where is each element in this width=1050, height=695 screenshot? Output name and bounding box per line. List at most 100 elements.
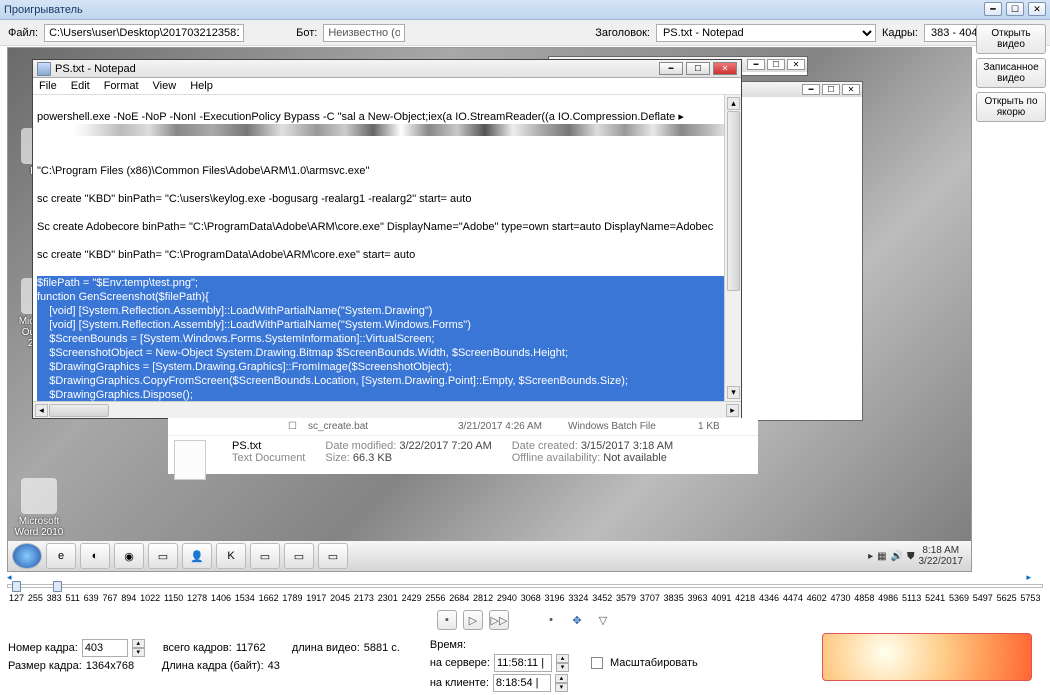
frame-no-label: Номер кадра: bbox=[8, 642, 78, 654]
tick: 4986 bbox=[878, 593, 898, 603]
play-button[interactable]: ▷ bbox=[463, 610, 483, 630]
timeline-marker-current[interactable] bbox=[53, 581, 62, 592]
header-select[interactable]: PS.txt - Notepad bbox=[656, 24, 876, 42]
frame-size-value: 1364x768 bbox=[86, 660, 144, 672]
timeline-track[interactable] bbox=[7, 584, 1043, 588]
tick: 2812 bbox=[473, 593, 493, 603]
dot-icon[interactable]: • bbox=[541, 610, 561, 630]
minimize-button[interactable]: ━ bbox=[984, 2, 1002, 16]
frames-label: Кадры: bbox=[882, 27, 918, 39]
scale-label: Масштабировать bbox=[610, 657, 698, 669]
tick: 5497 bbox=[973, 593, 993, 603]
file-input[interactable] bbox=[44, 24, 244, 42]
start-button-icon bbox=[12, 543, 42, 569]
notepad-window: PS.txt - Notepad ━ ☐ ✕ File Edit Format … bbox=[32, 59, 742, 419]
notepad-tb-icon: ▭ bbox=[250, 543, 280, 569]
firefox-icon: ◐ bbox=[80, 543, 110, 569]
tick: 127 bbox=[9, 593, 24, 603]
app2-icon: ▭ bbox=[318, 543, 348, 569]
tick: 5625 bbox=[997, 593, 1017, 603]
app-icon: ▭ bbox=[284, 543, 314, 569]
scale-checkbox[interactable] bbox=[591, 657, 603, 669]
file-thumbnail-icon bbox=[174, 440, 206, 480]
notepad-menubar: File Edit Format View Help bbox=[33, 78, 741, 95]
tick: 4602 bbox=[807, 593, 827, 603]
move-icon[interactable]: ✥ bbox=[567, 610, 587, 630]
chrome-icon: ◉ bbox=[114, 543, 144, 569]
timeline[interactable]: ◂▸ 1272553835116397678941022115012781406… bbox=[7, 572, 1043, 594]
menu-file[interactable]: File bbox=[39, 80, 57, 92]
client-time-input[interactable] bbox=[493, 674, 551, 692]
notepad-text-area[interactable]: powershell.exe -NoE -NoP -NonI -Executio… bbox=[33, 95, 741, 401]
tick: 2556 bbox=[425, 593, 445, 603]
file-label: Файл: bbox=[8, 27, 38, 39]
total-frames-value: 11762 bbox=[236, 642, 270, 654]
filter-icon[interactable]: ▽ bbox=[593, 610, 613, 630]
bg1-min-icon: ━ bbox=[747, 59, 765, 70]
file-type: Text Document bbox=[232, 452, 305, 464]
tick: 3452 bbox=[592, 593, 612, 603]
tick: 1150 bbox=[164, 593, 183, 603]
explorer-icon: ▭ bbox=[148, 543, 178, 569]
header-label: Заголовок: bbox=[595, 27, 650, 39]
brand-logo bbox=[822, 633, 1032, 681]
menu-view[interactable]: View bbox=[153, 80, 177, 92]
tick: 4730 bbox=[830, 593, 850, 603]
timeline-ticks: 1272553835116397678941022115012781406153… bbox=[7, 593, 1043, 603]
notepad-vscrollbar[interactable]: ▴▾ bbox=[724, 95, 741, 401]
frame-no-input[interactable] bbox=[82, 639, 128, 657]
client-time-label: на клиенте: bbox=[430, 677, 489, 689]
menu-edit[interactable]: Edit bbox=[71, 80, 90, 92]
fastfwd-button[interactable]: ▷▷ bbox=[489, 610, 509, 630]
video-viewport: Rec Microsoft Outlook 2010 Microsoft Wor… bbox=[7, 47, 972, 572]
open-video-button[interactable]: Открыть видео bbox=[976, 24, 1046, 54]
bot-input[interactable] bbox=[323, 24, 405, 42]
tick: 511 bbox=[65, 593, 79, 603]
tick: 383 bbox=[47, 593, 62, 603]
notepad-hscrollbar[interactable]: ◂▸ bbox=[33, 401, 741, 418]
bg2-max-icon: ☐ bbox=[822, 84, 840, 95]
menu-format[interactable]: Format bbox=[104, 80, 139, 92]
menu-help[interactable]: Help bbox=[190, 80, 213, 92]
tick: 1662 bbox=[259, 593, 279, 603]
server-time-stepper[interactable]: ▴▾ bbox=[556, 654, 569, 672]
total-frames-label: всего кадров: bbox=[163, 642, 232, 654]
captured-desktop: Rec Microsoft Outlook 2010 Microsoft Wor… bbox=[8, 48, 971, 571]
close-button[interactable]: ✕ bbox=[1028, 2, 1046, 16]
server-time-input[interactable] bbox=[494, 654, 552, 672]
notepad-minimize-button[interactable]: ━ bbox=[659, 62, 683, 75]
notepad-maximize-button[interactable]: ☐ bbox=[686, 62, 710, 75]
tick: 894 bbox=[121, 593, 136, 603]
tick: 5753 bbox=[1020, 593, 1040, 603]
tick: 1534 bbox=[235, 593, 255, 603]
recorded-video-button[interactable]: Записанное видео bbox=[976, 58, 1046, 88]
notepad-titlebar[interactable]: PS.txt - Notepad ━ ☐ ✕ bbox=[33, 60, 741, 78]
tick: 3196 bbox=[545, 593, 565, 603]
notepad-icon bbox=[37, 62, 51, 76]
maximize-button[interactable]: ☐ bbox=[1006, 2, 1024, 16]
notepad-close-button[interactable]: ✕ bbox=[713, 62, 737, 75]
video-length-value: 5881 c. bbox=[364, 642, 400, 654]
tick: 1406 bbox=[211, 593, 231, 603]
tray-clock: 8:18 AM3/22/2017 bbox=[919, 545, 968, 567]
tick: 2940 bbox=[497, 593, 517, 603]
timeline-marker-start[interactable] bbox=[12, 581, 21, 592]
tray-net-icon: ▦ bbox=[877, 551, 886, 562]
frame-no-stepper[interactable]: ▴▾ bbox=[132, 639, 145, 657]
tick: 5241 bbox=[925, 593, 945, 603]
tick: 255 bbox=[28, 593, 43, 603]
open-anchor-button[interactable]: Открыть по якорю bbox=[976, 92, 1046, 122]
stop-button[interactable]: ▪ bbox=[437, 610, 457, 630]
tick: 2045 bbox=[330, 593, 350, 603]
notepad-title: PS.txt - Notepad bbox=[55, 63, 136, 75]
tick: 1022 bbox=[140, 593, 160, 603]
client-time-stepper[interactable]: ▴▾ bbox=[555, 674, 568, 692]
video-length-label: длина видео: bbox=[292, 642, 360, 654]
app-titlebar: Проигрыватель ━ ☐ ✕ bbox=[0, 0, 1050, 20]
tick: 2429 bbox=[402, 593, 422, 603]
frame-bytes-label: Длина кадра (байт): bbox=[162, 660, 264, 672]
tick: 3579 bbox=[616, 593, 636, 603]
tick: 2684 bbox=[449, 593, 469, 603]
tray-flag-icon: ▸ bbox=[868, 551, 873, 562]
ie-icon: e bbox=[46, 543, 76, 569]
